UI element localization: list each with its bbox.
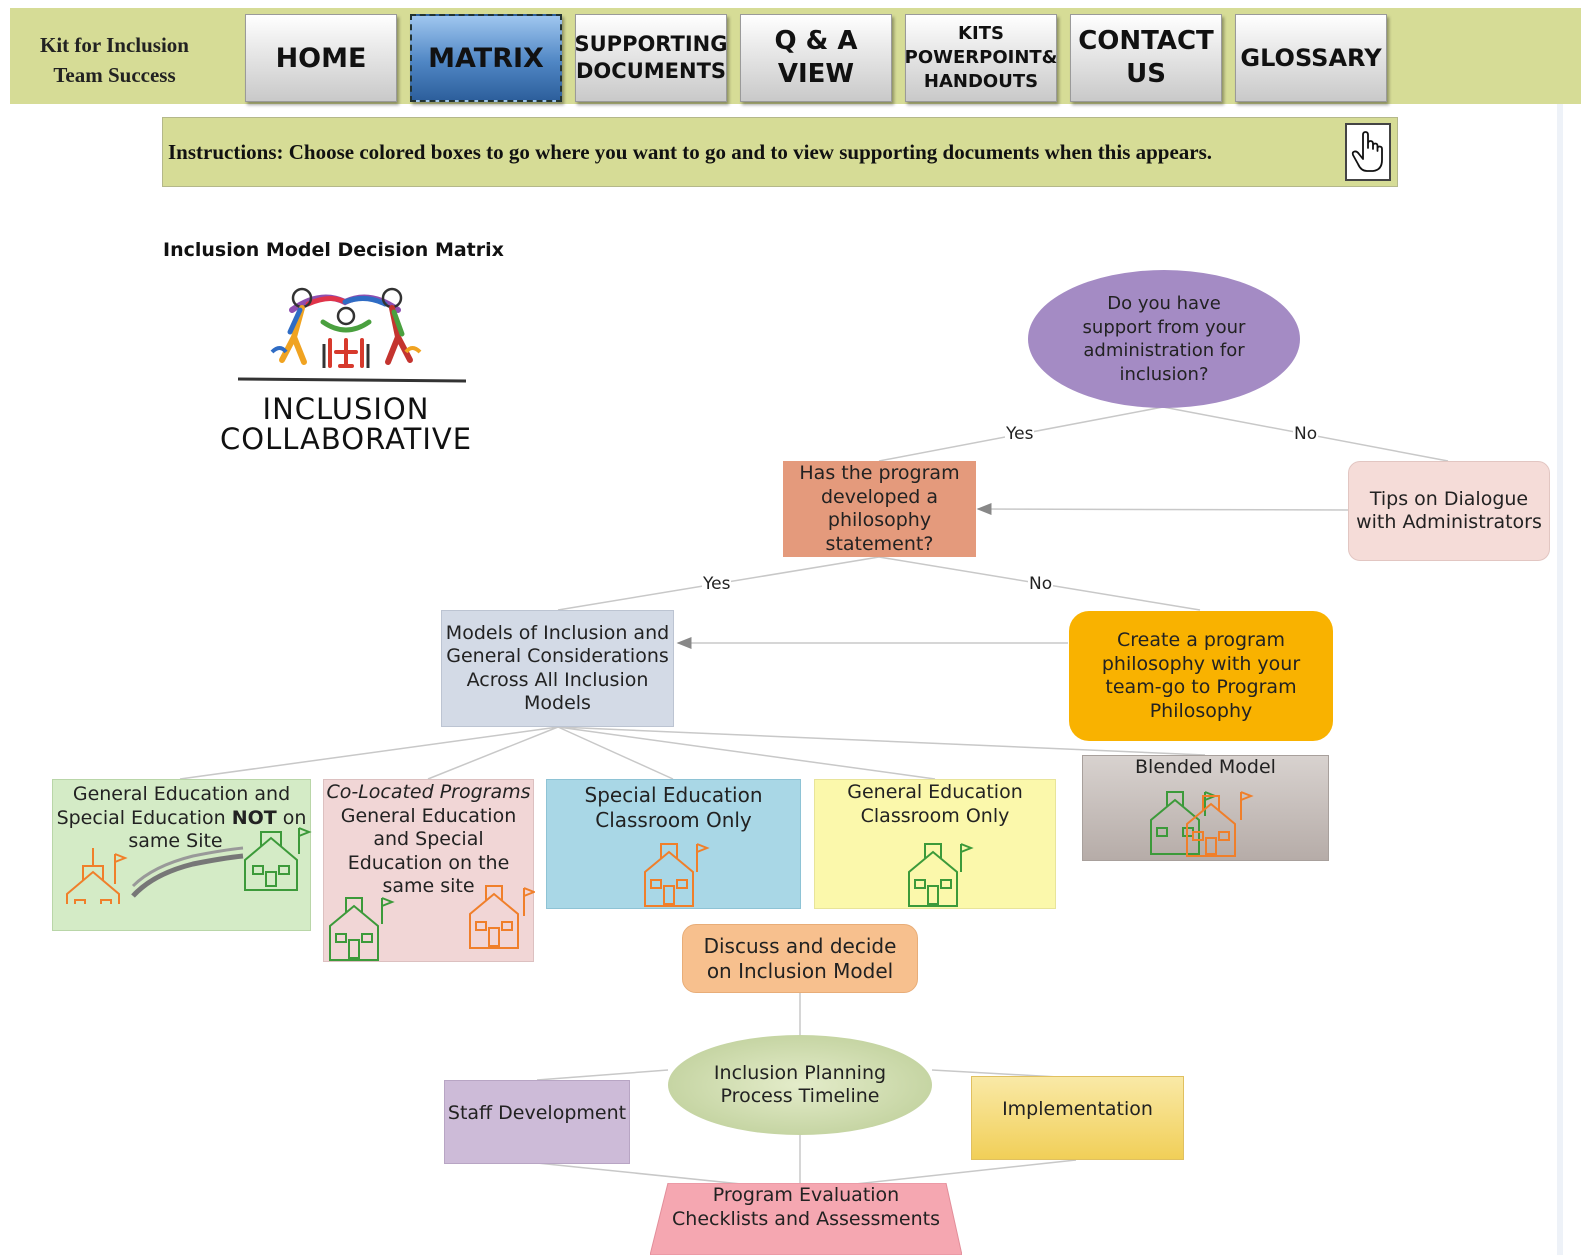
school-green-icon (908, 843, 974, 907)
models-line2: General Considerations (446, 645, 669, 667)
special-ed-line2: Classroom Only (595, 808, 752, 832)
q-support-line1: Do you have (1107, 293, 1221, 314)
colocated-line1: Co-Located Programs (326, 781, 531, 803)
node-philosophy-question[interactable]: Has the program developed a philosophy s… (783, 461, 976, 557)
node-admin-support-question[interactable]: Do you have support from your administra… (1028, 270, 1300, 408)
node-implementation[interactable]: Implementation (971, 1076, 1184, 1160)
create-line4: Philosophy (1149, 699, 1253, 722)
create-line3: team-go to Program (1105, 676, 1297, 698)
node-staff-development[interactable]: Staff Development (444, 1080, 630, 1164)
node-model-special-ed[interactable]: Special Education Classroom Only (546, 779, 801, 909)
timeline-line2: Process Timeline (720, 1085, 880, 1107)
node-create-philosophy[interactable]: Create a program philosophy with your te… (1069, 611, 1333, 741)
q-support-line3: administration for (1083, 340, 1245, 361)
edge-label-yes-support: Yes (1005, 424, 1035, 444)
models-line1: Models of Inclusion and (445, 621, 670, 644)
two-schools-road-icon (66, 827, 312, 904)
implementation-label: Implementation (1002, 1098, 1153, 1120)
general-ed-line2: Classroom Only (860, 804, 1010, 827)
colocated-line3: and Special (373, 828, 484, 850)
staff-development-label: Staff Development (447, 1102, 627, 1124)
two-schools-same-site-icon (329, 885, 535, 961)
evaluation-line1: Program Evaluation (712, 1184, 900, 1206)
evaluation-line2: Checklists and Assessments (672, 1207, 940, 1230)
node-model-colocated[interactable]: Co-Located Programs General Education an… (323, 779, 535, 962)
node-planning-timeline[interactable]: Inclusion Planning Process Timeline (668, 1035, 932, 1135)
q-support-line2: support from your (1082, 316, 1246, 338)
q-support-line4: inclusion? (1119, 363, 1209, 385)
edge-timeline-to-staff (536, 1069, 669, 1081)
create-line2: philosophy with your (1101, 652, 1301, 675)
discuss-line1: Discuss and decide (703, 933, 897, 958)
general-ed-line1: General Education (847, 781, 1023, 803)
models-line4: Models (524, 692, 591, 714)
timeline-line1: Inclusion Planning (713, 1061, 887, 1084)
special-ed-line1: Special Education (584, 783, 763, 807)
blended-label: Blended Model (1135, 756, 1276, 778)
models-line3: Across All Inclusion (466, 668, 649, 691)
school-orange-icon (644, 843, 710, 907)
edge-label-no-philosophy: No (1028, 574, 1054, 594)
edge-tips-to-philosophy (976, 503, 1349, 516)
node-model-general-ed[interactable]: General Education Classroom Only (814, 779, 1056, 909)
not-same-line1: General Education and (72, 783, 291, 805)
node-discuss-decide[interactable]: Discuss and decide on Inclusion Model (682, 924, 918, 993)
edge-label-yes-philosophy: Yes (702, 574, 732, 594)
q-philosophy-line2: developed a (820, 485, 939, 508)
colocated-line4: Education on the (347, 851, 510, 874)
node-model-blended[interactable]: Blended Model (1082, 755, 1329, 861)
discuss-line2: on Inclusion Model (706, 958, 894, 983)
edge-models-to-colocated (427, 726, 559, 780)
colocated-line2: General Education (340, 804, 517, 827)
q-philosophy-line1: Has the program (799, 462, 960, 484)
vertical-scrollbar[interactable] (1557, 104, 1563, 1255)
edge-label-no-support: No (1293, 424, 1319, 444)
q-philosophy-line3: philosophy (827, 509, 932, 531)
tips-line1: Tips on Dialogue (1369, 487, 1529, 510)
tips-line2: with Administrators (1356, 511, 1542, 533)
node-models-general[interactable]: Models of Inclusion and General Consider… (441, 610, 674, 727)
create-line1: Create a program (1117, 629, 1285, 651)
q-philosophy-line4: statement? (825, 532, 934, 555)
edge-models-to-notsame (179, 726, 559, 780)
node-model-not-same-site[interactable]: General Education and Special Education … (52, 779, 312, 931)
node-program-evaluation[interactable]: Program Evaluation Checklists and Assess… (650, 1183, 962, 1255)
blended-schools-icon (1150, 791, 1254, 857)
node-tips-dialogue[interactable]: Tips on Dialogue with Administrators (1348, 461, 1550, 561)
